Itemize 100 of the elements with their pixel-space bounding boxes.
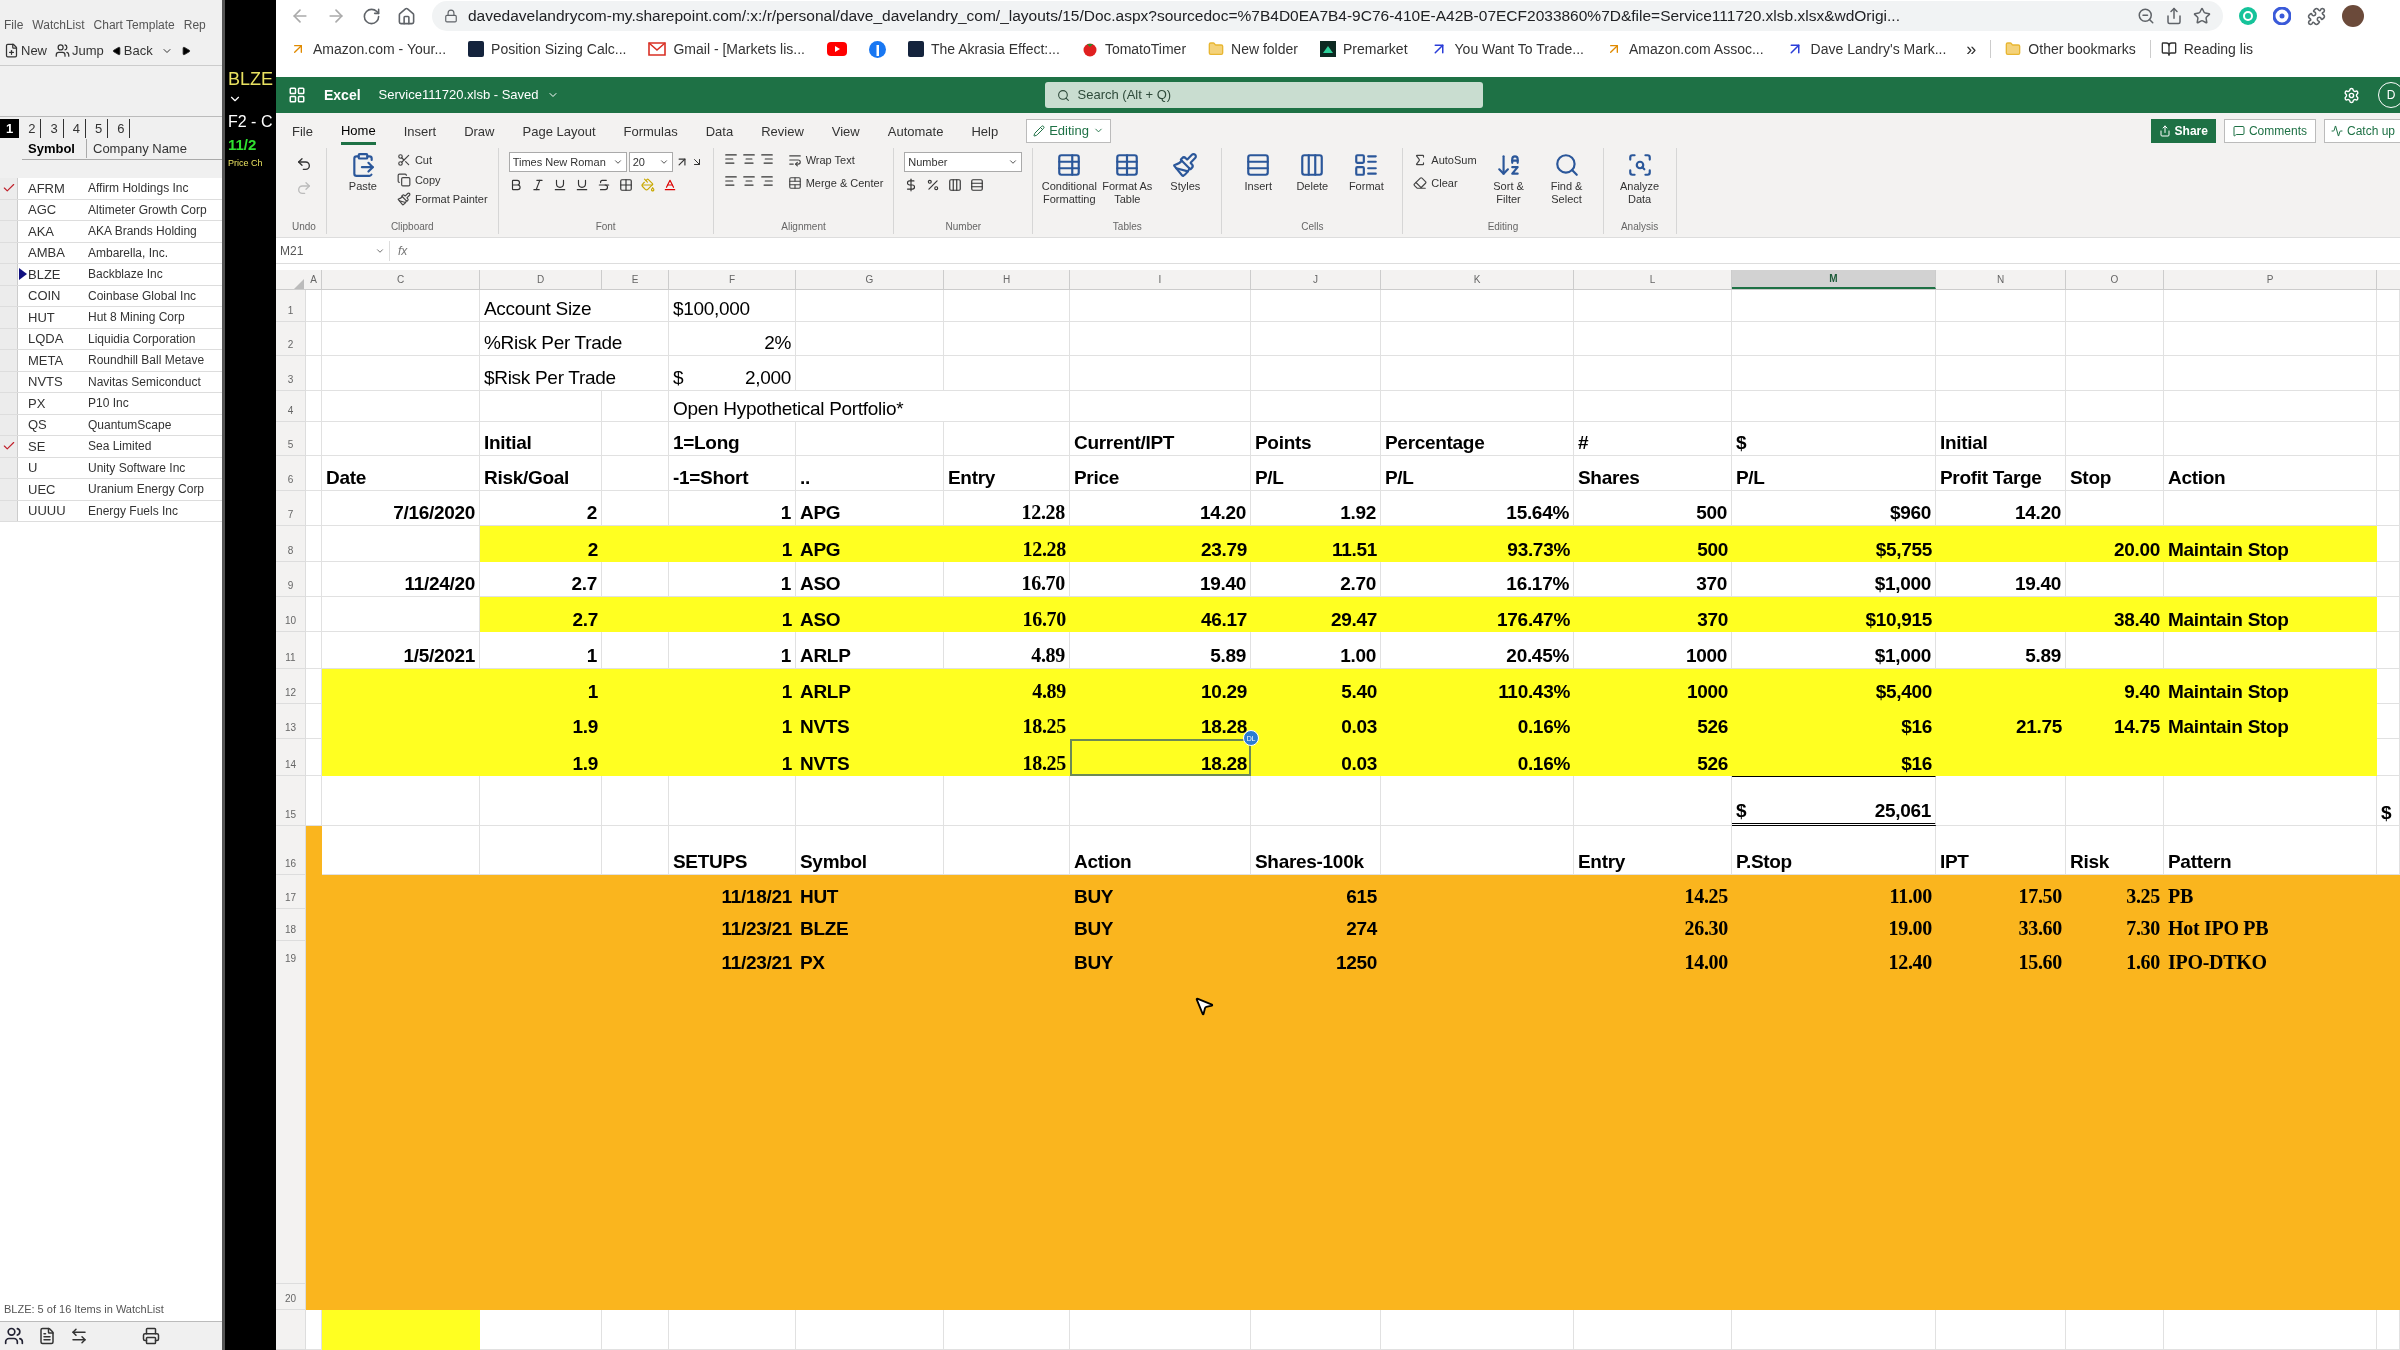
row-header[interactable]: 6: [276, 456, 306, 491]
file-name[interactable]: Service111720.xlsb - Saved: [378, 85, 559, 105]
row-marker[interactable]: [0, 350, 18, 371]
row-marker[interactable]: [0, 457, 18, 478]
font-size-field[interactable]: 20: [628, 152, 673, 172]
ribbon-button[interactable]: Format Painter: [396, 191, 488, 208]
ribbon-button[interactable]: Format: [1340, 152, 1393, 193]
list-tab[interactable]: 2: [23, 118, 42, 138]
row-header[interactable]: 11: [276, 632, 306, 669]
mode-button[interactable]: Editing: [1026, 118, 1111, 143]
reading-list[interactable]: Reading lis: [2160, 38, 2253, 60]
bookmark[interactable]: The Akrasia Effect:...: [901, 38, 1066, 60]
row-header[interactable]: 7: [276, 491, 306, 526]
name-box[interactable]: M21: [280, 240, 390, 261]
ribbon-tab[interactable]: Help: [971, 117, 999, 144]
column-header[interactable]: Company Name: [86, 138, 187, 159]
ribbon-button[interactable]: Copy: [396, 171, 488, 188]
column-header[interactable]: K: [1381, 270, 1574, 289]
row-header[interactable]: 12: [276, 669, 306, 704]
menu-item[interactable]: WatchList: [32, 16, 85, 34]
menu-item[interactable]: Chart Template: [93, 16, 175, 34]
more-bookmarks[interactable]: »: [1962, 35, 1981, 63]
ribbon-tab[interactable]: View: [831, 117, 860, 144]
bookmark[interactable]: TomatoTimer: [1075, 38, 1193, 60]
bookmark[interactable]: Amazon.com - Your...: [284, 38, 453, 60]
row-header[interactable]: 2: [276, 322, 306, 356]
column-header[interactable]: M: [1732, 270, 1936, 289]
row-header[interactable]: 19: [276, 941, 306, 1284]
ribbon-tab[interactable]: Draw: [464, 117, 495, 144]
avatar[interactable]: [2342, 5, 2364, 27]
toolbar-button[interactable]: New: [4, 40, 47, 61]
column-header[interactable]: D: [480, 270, 602, 289]
row-marker[interactable]: [0, 242, 18, 263]
row-marker[interactable]: [0, 328, 18, 349]
bookmark[interactable]: Amazon.com Assoc...: [1600, 38, 1770, 60]
row-marker[interactable]: [0, 199, 18, 220]
list-tab[interactable]: 1: [0, 118, 20, 138]
ribbon-button[interactable]: AutoSum: [1413, 152, 1477, 169]
list-tab[interactable]: 5: [89, 118, 109, 138]
row-marker[interactable]: [0, 307, 18, 328]
ribbon-button[interactable]: Paste: [336, 152, 389, 208]
search-field[interactable]: Search (Alt + Q): [1044, 82, 1483, 108]
column-header[interactable]: Symbol: [22, 138, 86, 159]
row-marker[interactable]: [0, 178, 18, 199]
row-header[interactable]: [276, 1310, 306, 1350]
ribbon-button[interactable]: Delete: [1286, 152, 1339, 193]
row-header[interactable]: 20: [276, 1284, 306, 1310]
bookmark[interactable]: Position Sizing Calc...: [462, 38, 633, 60]
row-header[interactable]: 13: [276, 704, 306, 739]
ribbon-button[interactable]: Conditional Formatting: [1043, 152, 1096, 206]
row-header[interactable]: 15: [276, 776, 306, 826]
font-name-field[interactable]: Times New Roman: [508, 152, 627, 172]
toolbar-button[interactable]: Jump: [55, 40, 104, 61]
ribbon-tab[interactable]: Page Layout: [522, 117, 596, 144]
list-tab[interactable]: 3: [45, 118, 64, 138]
column-header[interactable]: O: [2066, 270, 2164, 289]
column-header[interactable]: P: [2164, 270, 2377, 289]
ribbon-tab[interactable]: Review: [761, 117, 804, 144]
column-header[interactable]: A: [306, 270, 322, 289]
row-marker[interactable]: [0, 221, 18, 242]
ribbon-tab[interactable]: Formulas: [623, 117, 678, 144]
row-header[interactable]: 10: [276, 597, 306, 632]
address-bar[interactable]: davedavelandrycom-my.sharepoint.com/:x:/r/personal/dave_davelandry_com/_layouts/15/Doc.aspx?sourcedoc=%7B4D0EA7B4-9C76-410E-A42B-07ECF2033860%7D&file=Service111720.xlsb.xlsx&wdOrigi...: [432, 1, 2223, 31]
bookmark[interactable]: Other bookmarks: [2001, 38, 2140, 60]
row-header[interactable]: 1: [276, 290, 306, 322]
bookmark[interactable]: Dave Landry's Mark...: [1779, 38, 1953, 60]
row-marker[interactable]: [0, 479, 18, 500]
column-header[interactable]: E: [602, 270, 669, 289]
ribbon-tab[interactable]: Home: [340, 115, 376, 146]
catch-up-button[interactable]: Catch up: [2323, 118, 2400, 143]
row-header[interactable]: 4: [276, 391, 306, 422]
row-marker[interactable]: [0, 285, 18, 306]
column-header[interactable]: F: [669, 270, 796, 289]
ribbon-button[interactable]: Analyze Data: [1613, 152, 1666, 206]
ribbon-tab[interactable]: Data: [705, 117, 734, 144]
extension-icon[interactable]: [2273, 7, 2291, 25]
bookmark[interactable]: You Want To Trade...: [1423, 38, 1590, 60]
row-header[interactable]: 3: [276, 356, 306, 391]
column-header[interactable]: C: [322, 270, 480, 289]
row-header[interactable]: 5: [276, 422, 306, 456]
ribbon-button[interactable]: Find & Select: [1540, 152, 1593, 206]
menu-item[interactable]: Rep: [183, 16, 206, 34]
column-header[interactable]: I: [1070, 270, 1251, 289]
ribbon-button[interactable]: Cut: [396, 152, 488, 169]
row-marker[interactable]: [0, 436, 18, 457]
row-header[interactable]: 18: [276, 909, 306, 941]
list-tab[interactable]: 6: [112, 118, 131, 138]
toolbar-button[interactable]: Back: [111, 40, 173, 61]
bookmark[interactable]: Gmail - [Markets lis...: [642, 38, 811, 60]
row-header[interactable]: 14: [276, 739, 306, 776]
ribbon-tab[interactable]: Automate: [887, 117, 944, 144]
comments-button[interactable]: Comments: [2223, 118, 2316, 143]
row-header[interactable]: 16: [276, 826, 306, 875]
ribbon-tab[interactable]: File: [292, 117, 313, 144]
row-marker[interactable]: [0, 264, 18, 285]
list-tab[interactable]: 4: [67, 118, 86, 138]
row-header[interactable]: 9: [276, 562, 306, 597]
ribbon-tab[interactable]: Insert: [403, 117, 437, 144]
row-marker[interactable]: [0, 414, 18, 435]
ribbon-button[interactable]: Clear: [1413, 174, 1477, 191]
